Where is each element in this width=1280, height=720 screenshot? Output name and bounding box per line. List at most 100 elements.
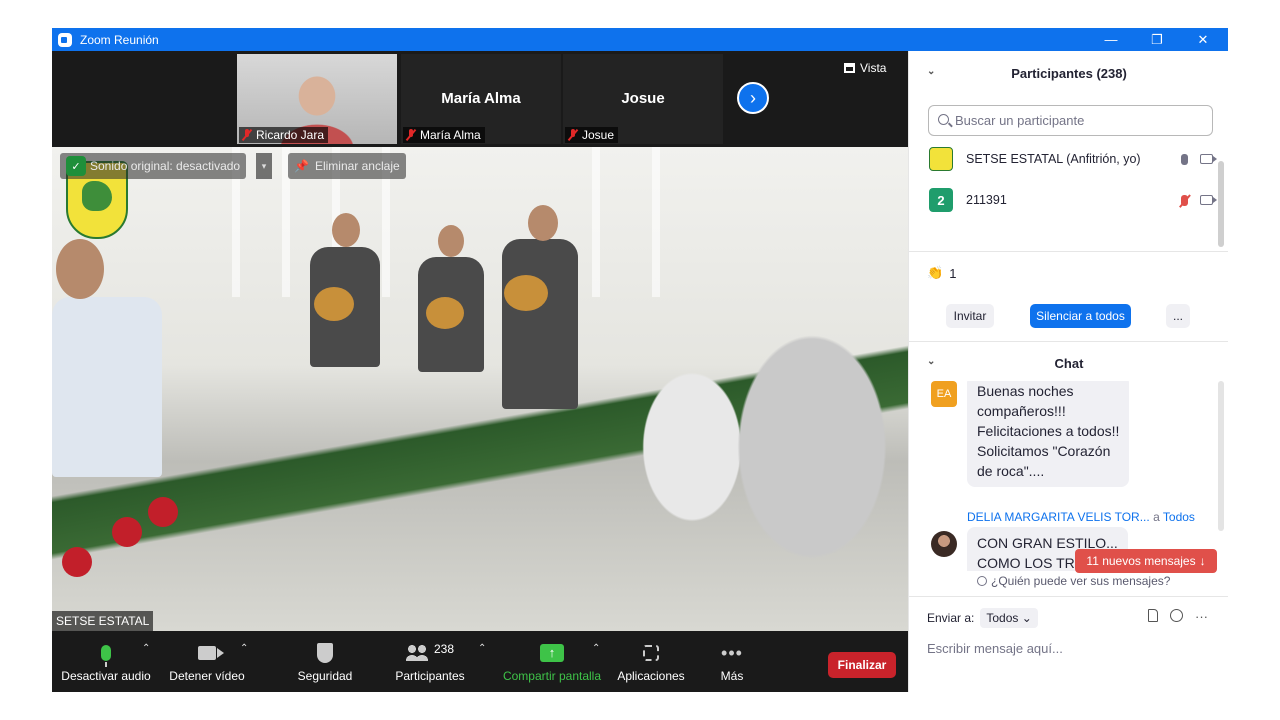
window-title: Zoom Reunión xyxy=(80,32,159,47)
security-button[interactable]: Seguridad xyxy=(288,641,362,683)
ornament xyxy=(62,547,92,577)
mute-button[interactable]: Desactivar audio xyxy=(60,641,152,683)
send-to: Enviar a: Todos ⌄ xyxy=(927,608,1038,628)
send-to-dropdown[interactable]: Todos ⌄ xyxy=(980,608,1038,628)
guitar xyxy=(314,287,354,321)
participant-search-input[interactable]: Buscar un participante xyxy=(928,105,1213,136)
mic-muted-icon xyxy=(1181,194,1188,206)
share-arrow-icon: ↑ xyxy=(540,644,564,662)
participants-header: ⌄ Participantes (238) xyxy=(927,65,1127,81)
mic-muted-icon xyxy=(405,129,417,141)
more-dots-icon: ••• xyxy=(721,643,743,663)
avatar: 2 xyxy=(929,188,953,212)
guest xyxy=(52,297,162,477)
minimize-icon[interactable]: — xyxy=(1088,28,1134,51)
divider xyxy=(909,251,1228,252)
mute-all-button[interactable]: Silenciar a todos xyxy=(1030,304,1131,328)
title-bar: Zoom Reunión — ❐ ✕ xyxy=(52,28,1228,51)
main-video: Sonido original: desactivado ▾ 📌 Elimina… xyxy=(52,147,908,631)
file-icon[interactable] xyxy=(1148,609,1158,622)
video-camera-icon xyxy=(1200,195,1217,205)
view-button[interactable]: Vista xyxy=(844,61,886,75)
next-page-button[interactable]: › xyxy=(737,82,769,114)
guitar xyxy=(504,275,548,311)
shield-icon xyxy=(317,643,333,663)
divider xyxy=(909,596,1228,597)
zoom-window: Zoom Reunión — ❐ ✕ Ricardo Jara María Al… xyxy=(52,28,1228,692)
divider xyxy=(909,341,1228,342)
end-meeting-button[interactable]: Finalizar xyxy=(828,652,896,678)
pin-icon: 📌 xyxy=(294,159,309,173)
who-can-see-link[interactable]: ¿Quién puede ver sus mensajes? xyxy=(977,574,1170,588)
speaker-label: SETSE ESTATAL xyxy=(52,611,154,631)
thumbnail-ricardo-jara[interactable]: Ricardo Jara xyxy=(237,54,397,144)
participant-row[interactable]: SETSE ESTATAL (Anfitrión, yo) xyxy=(929,145,1219,173)
chevron-up-icon[interactable]: ⌃ xyxy=(142,643,150,654)
shield-check-icon xyxy=(66,156,86,176)
original-sound-toggle[interactable]: Sonido original: desactivado xyxy=(60,153,247,179)
invite-button[interactable]: Invitar xyxy=(946,304,994,328)
search-icon xyxy=(938,114,949,125)
chevron-down-icon[interactable]: ▾ xyxy=(256,153,272,179)
musician-head xyxy=(528,205,558,241)
participants-count: 238 xyxy=(433,642,455,656)
thumbnail-label: Josue xyxy=(565,127,619,143)
stop-video-button[interactable]: Detener vídeo xyxy=(164,641,250,683)
chevron-right-icon: › xyxy=(750,87,756,108)
emoji-icon[interactable] xyxy=(1170,609,1183,622)
participants-button[interactable]: 238 Participantes xyxy=(390,641,470,683)
grid-icon xyxy=(844,63,855,73)
zoom-logo-icon xyxy=(58,32,72,47)
thumbnail-josue[interactable]: Josue Josue xyxy=(563,54,723,144)
ornament xyxy=(112,517,142,547)
mic-muted-icon xyxy=(241,129,253,141)
avatar xyxy=(929,147,953,171)
clap-icon: 👏 xyxy=(927,265,944,280)
participants-scrollbar[interactable] xyxy=(1218,161,1224,247)
chevron-up-icon[interactable]: ⌃ xyxy=(240,643,248,654)
ornament xyxy=(148,497,178,527)
meeting-toolbar: Desactivar audio ⌃ Detener vídeo ⌃ Segur… xyxy=(52,631,908,692)
thumbnail-strip: Ricardo Jara María Alma María Alma Josue… xyxy=(52,51,908,147)
more-options-button[interactable]: ... xyxy=(1166,304,1190,328)
new-messages-button[interactable]: 11 nuevos mensajes ↓ xyxy=(1075,549,1217,573)
chevron-down-icon[interactable]: ⌄ xyxy=(927,356,935,367)
close-icon[interactable]: ✕ xyxy=(1180,28,1226,51)
video-camera-icon xyxy=(1200,154,1217,164)
share-screen-button[interactable]: ↑ Compartir pantalla xyxy=(498,641,606,683)
curtain-fold xyxy=(652,147,660,297)
thumbnail-maria-alma[interactable]: María Alma María Alma xyxy=(401,54,561,144)
chat-message: Buenas noches compañeros!!! Felicitacion… xyxy=(967,381,1130,487)
musician xyxy=(502,239,578,409)
chat-messages: EA Buenas noches compañeros!!! Felicitac… xyxy=(909,381,1223,571)
chevron-up-icon[interactable]: ⌃ xyxy=(592,643,600,654)
chevron-up-icon[interactable]: ⌃ xyxy=(478,643,486,654)
participant-name: Josue xyxy=(621,90,665,107)
curtain-fold xyxy=(592,147,600,297)
chevron-down-icon[interactable]: ⌄ xyxy=(927,66,935,77)
musician-head xyxy=(332,213,360,247)
microphone-icon xyxy=(1181,153,1188,165)
mic-muted-icon xyxy=(567,129,579,141)
chat-sender: DELIA MARGARITA VELIS TOR... a Todos xyxy=(967,510,1195,524)
chevron-down-icon: ⌄ xyxy=(1021,611,1032,625)
thumbnail-label: María Alma xyxy=(403,127,485,143)
person-icon xyxy=(977,576,987,586)
chat-tools: ··· xyxy=(1148,609,1208,624)
unpin-button[interactable]: 📌 Eliminar anclaje xyxy=(288,153,406,179)
guest-head xyxy=(56,239,104,299)
microphone-icon xyxy=(101,645,111,667)
restore-icon[interactable]: ❐ xyxy=(1134,28,1180,51)
more-dots-icon[interactable]: ··· xyxy=(1195,609,1208,624)
chat-header: ⌄ Chat xyxy=(927,355,1084,371)
avatar: EA xyxy=(931,381,957,407)
participant-name: María Alma xyxy=(441,90,521,107)
reaction-count: 👏 1 xyxy=(927,265,957,281)
participant-row[interactable]: 2 211391 xyxy=(929,186,1219,214)
chat-scrollbar[interactable] xyxy=(1218,381,1224,531)
apps-button[interactable]: Aplicaciones xyxy=(614,641,688,683)
video-area: Ricardo Jara María Alma María Alma Josue… xyxy=(52,51,908,692)
apps-icon xyxy=(643,645,659,661)
chat-input[interactable]: Escribir mensaje aquí... xyxy=(927,641,1063,656)
more-button[interactable]: ••• Más xyxy=(712,641,752,683)
